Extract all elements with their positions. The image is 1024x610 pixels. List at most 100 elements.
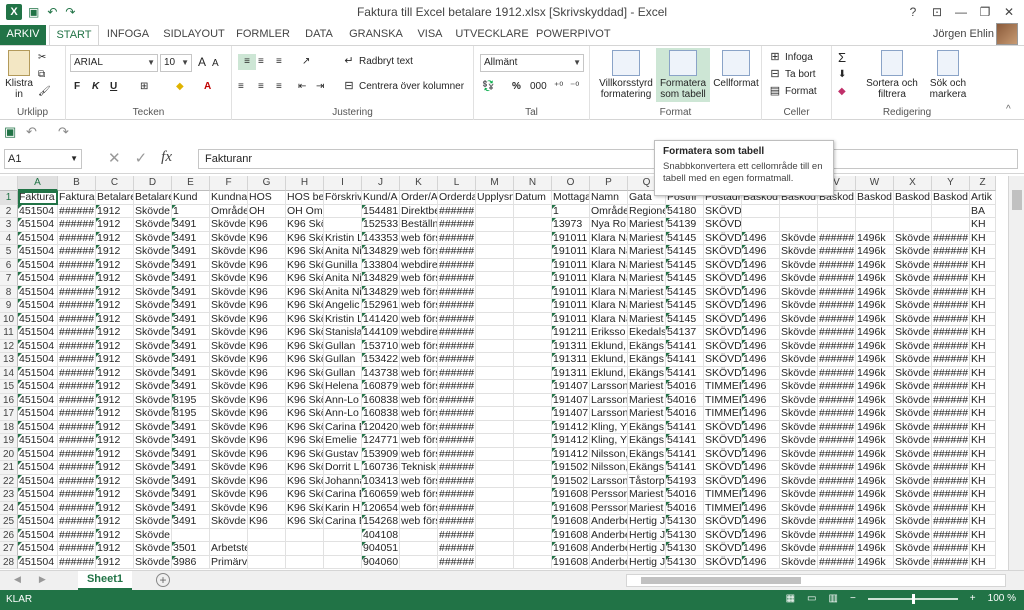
grid-cell[interactable]: K96 (248, 339, 286, 353)
grid-cell[interactable]: 451504 (18, 285, 58, 299)
grid-cell[interactable]: ###### (58, 353, 96, 367)
grid-cell[interactable]: 1912 (96, 542, 134, 556)
percent-button[interactable]: % (512, 79, 521, 95)
grid-cell[interactable]: Stanisla (324, 326, 362, 340)
grid-cell[interactable]: 1912 (96, 339, 134, 353)
grid-cell[interactable]: 191011 (552, 231, 590, 245)
grid-cell[interactable]: OH Område Hjä (286, 204, 324, 218)
grid-cell[interactable]: Regione (628, 204, 666, 218)
grid-cell[interactable]: 451504 (18, 231, 58, 245)
row-header[interactable]: 25 (0, 515, 18, 529)
grid-cell[interactable]: K96 (248, 326, 286, 340)
grid-cell[interactable] (894, 218, 932, 232)
grid-cell[interactable]: K96 (248, 312, 286, 326)
grid-cell[interactable]: 120654 (362, 501, 400, 515)
grid-cell[interactable]: 451504 (18, 204, 58, 218)
column-header[interactable]: B (58, 176, 96, 191)
grid-cell[interactable]: 1496k (856, 258, 894, 272)
tab-start[interactable]: START (49, 25, 99, 46)
grid-cell[interactable] (476, 272, 514, 286)
grid-cell[interactable] (514, 353, 552, 367)
row-header[interactable]: 20 (0, 447, 18, 461)
grid-cell[interactable]: Mariest (628, 285, 666, 299)
grid-cell[interactable]: 1912 (96, 528, 134, 542)
grid-cell[interactable]: Skövde (210, 407, 248, 421)
row-header[interactable]: 8 (0, 285, 18, 299)
grid-cell[interactable]: Skövde (780, 231, 818, 245)
grid-cell[interactable] (476, 366, 514, 380)
grid-cell[interactable]: 451504 (18, 501, 58, 515)
grid-cell[interactable]: ###### (438, 488, 476, 502)
font-name-select[interactable]: ARIAL ▼ (70, 54, 158, 72)
grid-cell[interactable]: ###### (438, 339, 476, 353)
grid-cell[interactable]: Skövde (780, 353, 818, 367)
grid-cell[interactable]: Område (210, 204, 248, 218)
grid-cell[interactable]: SKÖVD (704, 204, 742, 218)
grid-cell[interactable]: Mariest (628, 380, 666, 394)
grid-cell[interactable]: ###### (932, 501, 970, 515)
grid-cell[interactable]: ###### (818, 488, 856, 502)
grid-cell[interactable]: Hertig J (628, 542, 666, 556)
grid-cell[interactable]: K96 Skö (286, 461, 324, 475)
grid-cell[interactable]: Mottaga (552, 191, 590, 205)
column-header[interactable]: M (476, 176, 514, 191)
grid-cell[interactable]: 153909 (362, 447, 400, 461)
tab-utvecklare[interactable]: UTVECKLARE (454, 25, 530, 45)
grid-cell[interactable]: 904051 (362, 542, 400, 556)
grid-cell[interactable]: 3491 (172, 434, 210, 448)
grid-cell[interactable] (514, 204, 552, 218)
grid-cell[interactable]: Larsson (590, 393, 628, 407)
grid-cell[interactable]: 451504 (18, 488, 58, 502)
grid-cell[interactable]: Anderbe (590, 542, 628, 556)
grid-cell[interactable]: Skövde (894, 420, 932, 434)
grid-cell[interactable] (476, 434, 514, 448)
grid-cell[interactable]: KH (970, 258, 996, 272)
grid-cell[interactable]: 1912 (96, 407, 134, 421)
grid-cell[interactable]: Ekängs (628, 434, 666, 448)
grid-cell[interactable]: ###### (438, 528, 476, 542)
grid-cell[interactable]: KH (970, 245, 996, 259)
grid-cell[interactable]: ###### (438, 555, 476, 569)
grid-cell[interactable]: ###### (58, 407, 96, 421)
grid-cell[interactable]: 451504 (18, 258, 58, 272)
grid-cell[interactable]: 3491 (172, 353, 210, 367)
column-header[interactable]: D (134, 176, 172, 191)
grid-cell[interactable]: SKÖVD (704, 434, 742, 448)
grid-cell[interactable]: SKÖVD (704, 366, 742, 380)
grid-cell[interactable]: 133804 (362, 258, 400, 272)
grid-cell[interactable]: Mariest (628, 299, 666, 313)
grid-cell[interactable]: 54141 (666, 461, 704, 475)
zoom-slider[interactable] (867, 593, 958, 604)
align-middle-icon[interactable]: ≡ (258, 54, 264, 70)
grid-cell[interactable]: 1496 (742, 393, 780, 407)
grid-cell[interactable]: Artik (970, 191, 996, 205)
grid-cell[interactable]: ###### (932, 515, 970, 529)
align-top-icon[interactable]: ≡ (238, 54, 256, 70)
grid-cell[interactable]: 1496 (742, 380, 780, 394)
grid-cell[interactable]: KH (970, 555, 996, 569)
row-header[interactable]: 9 (0, 299, 18, 313)
grid-cell[interactable]: 1496 (742, 447, 780, 461)
grid-cell[interactable]: ###### (438, 312, 476, 326)
grid-cell[interactable]: Skövde (780, 272, 818, 286)
grid-cell[interactable]: 451504 (18, 420, 58, 434)
spreadsheet-grid[interactable]: ABCDEFGHIJKLMNOPQRSTUVWXYZ 1FakturaFaktu… (0, 176, 1008, 570)
grid-cell[interactable]: Hertig J (628, 528, 666, 542)
grid-cell[interactable]: 54137 (666, 326, 704, 340)
grid-cell[interactable]: SKÖVD (704, 326, 742, 340)
grid-cell[interactable]: 1496k (856, 434, 894, 448)
grid-cell[interactable] (514, 285, 552, 299)
grid-cell[interactable]: 54130 (666, 555, 704, 569)
grid-cell[interactable]: 191011 (552, 285, 590, 299)
undo-icon[interactable]: ↶ (26, 124, 37, 140)
grid-cell[interactable]: 54145 (666, 272, 704, 286)
grid-cell[interactable]: 1496k (856, 555, 894, 569)
zoom-out-button[interactable]: − (850, 593, 856, 604)
grid-cell[interactable]: Ekängs (628, 353, 666, 367)
column-header[interactable]: X (894, 176, 932, 191)
grid-cell[interactable] (248, 542, 286, 556)
grid-cell[interactable]: SKÖVD (704, 528, 742, 542)
scroll-thumb[interactable] (641, 577, 801, 584)
grid-cell[interactable]: K96 Skö (286, 312, 324, 326)
grid-cell[interactable]: 191011 (552, 312, 590, 326)
